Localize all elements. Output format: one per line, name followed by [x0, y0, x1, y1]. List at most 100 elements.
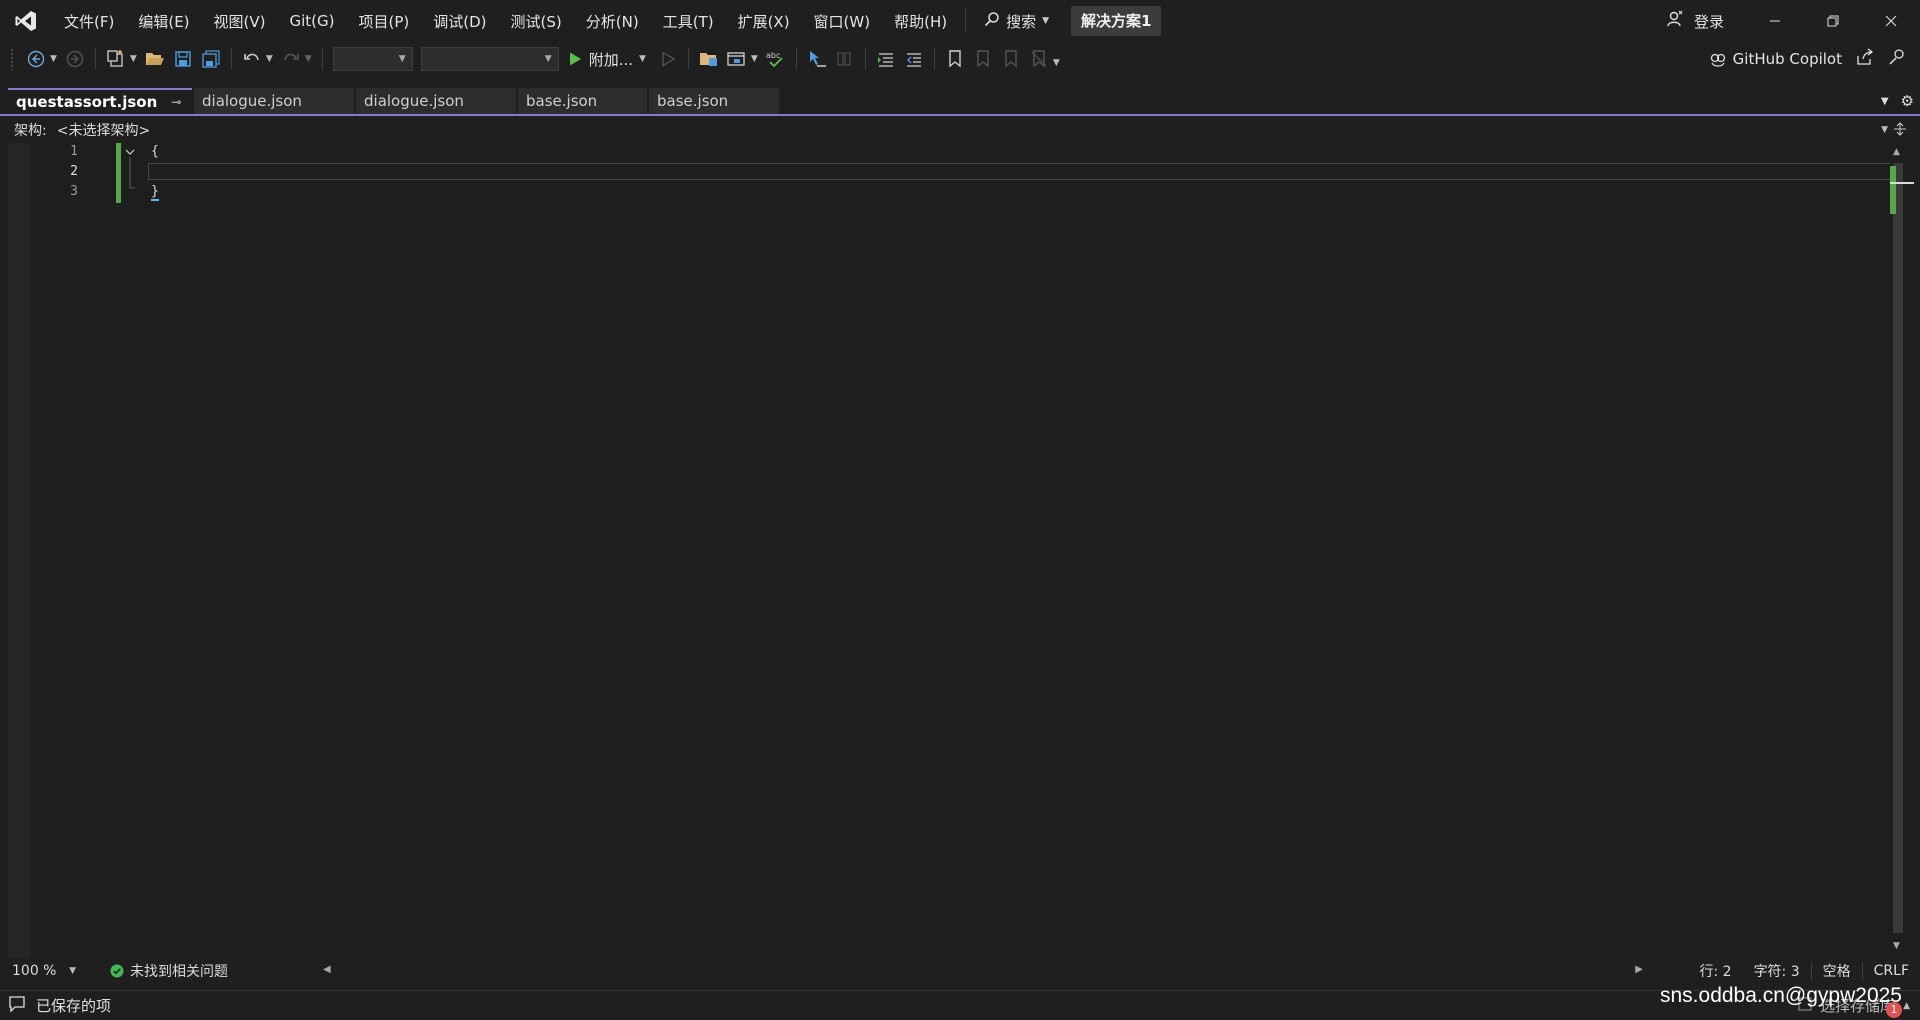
indent-button[interactable] [902, 46, 926, 72]
code-editor[interactable]: 1 2 3 { } [8, 143, 1893, 958]
vertical-scrollbar[interactable]: ▲ ▼ [1890, 143, 1914, 958]
tab-dialogue-json-2[interactable]: dialogue.json [356, 88, 516, 114]
chevron-down-icon[interactable]: ▼ [1881, 125, 1888, 135]
back-dropdown-icon[interactable]: ▼ [50, 54, 57, 64]
menu-help[interactable]: 帮助(H) [882, 0, 959, 42]
open-file-button[interactable] [143, 46, 167, 72]
menu-project[interactable]: 项目(P) [347, 0, 422, 42]
tab-questassort-json[interactable]: questassort.json ⊸ ✕ [8, 88, 206, 114]
scroll-down-icon[interactable]: ▼ [1893, 941, 1900, 951]
undo-dropdown-icon[interactable]: ▼ [266, 54, 273, 64]
editor-status-row: 100 % ▼ 未找到相关问题 ◀ ▶ 行: 2 字符: 3 空格 CRLF [0, 960, 1920, 982]
menu-window[interactable]: 窗口(W) [802, 0, 883, 42]
char-indicator[interactable]: 字符: 3 [1743, 961, 1811, 981]
solution-platform-combo[interactable]: ▼ [420, 47, 559, 71]
minimize-button[interactable] [1746, 0, 1804, 42]
format-button[interactable] [833, 46, 857, 72]
copilot-icon [1710, 53, 1725, 67]
scroll-left-icon[interactable]: ◀ [323, 964, 331, 975]
attach-dropdown-icon[interactable]: ▼ [639, 54, 646, 64]
previous-bookmark-button[interactable] [971, 46, 995, 72]
tab-base-json-2[interactable]: base.json [649, 88, 779, 114]
scrollbar-thumb[interactable] [1893, 163, 1903, 933]
visual-studio-logo-icon[interactable] [0, 0, 52, 42]
outdent-button[interactable] [874, 46, 898, 72]
tab-list-dropdown-icon[interactable]: ▼ [1881, 96, 1889, 107]
new-project-icon [107, 50, 123, 67]
menu-file[interactable]: 文件(F) [52, 0, 126, 42]
status-bar: 已保存的项 选择存储库 ▲ [0, 990, 1920, 1020]
solution-name[interactable]: 解决方案1 [1071, 6, 1162, 36]
line-ending-indicator[interactable]: CRLF [1863, 963, 1920, 979]
toolbar-overflow-icon[interactable]: ▼ [1053, 58, 1060, 68]
search-button[interactable]: 搜索 ▼ [976, 6, 1057, 36]
zoom-combo[interactable]: 100 % ▼ [8, 961, 80, 981]
solution-explorer-button[interactable] [697, 46, 721, 72]
start-without-debugging-button[interactable] [656, 46, 680, 72]
split-editor-icon[interactable] [1893, 122, 1907, 140]
new-dropdown-icon[interactable]: ▼ [130, 54, 137, 64]
redo-dropdown-icon[interactable]: ▼ [305, 54, 312, 64]
issues-indicator[interactable]: 未找到相关问题 [110, 961, 228, 981]
menu-git[interactable]: Git(G) [278, 0, 347, 42]
menu-test[interactable]: 测试(S) [499, 0, 574, 42]
undo-button[interactable] [240, 46, 264, 72]
menu-tools[interactable]: 工具(T) [651, 0, 726, 42]
gear-icon[interactable]: ⚙ [1901, 92, 1914, 110]
caret-position-marker [1890, 182, 1914, 184]
indentation-indicator[interactable]: 空格 [1812, 961, 1862, 981]
redo-button[interactable] [279, 46, 303, 72]
code-line[interactable]: } [151, 184, 159, 201]
menu-analyze[interactable]: 分析(N) [574, 0, 651, 42]
navigate-back-button[interactable] [24, 46, 48, 72]
clear-bookmarks-button[interactable] [1027, 46, 1051, 72]
scroll-right-icon[interactable]: ▶ [1635, 964, 1643, 975]
toolbar-right: GitHub Copilot [1709, 48, 1920, 70]
svg-text:abc: abc [766, 51, 780, 60]
live-share-button[interactable] [1856, 48, 1874, 70]
schema-dropdown[interactable]: <未选择架构> [57, 120, 150, 140]
pin-icon[interactable]: ⊸ [171, 95, 181, 109]
collapse-region-icon[interactable] [124, 147, 136, 197]
attach-button[interactable]: 附加... ▼ [563, 49, 654, 70]
copilot-button[interactable]: GitHub Copilot [1709, 50, 1842, 68]
menu-debug[interactable]: 调试(D) [421, 0, 498, 42]
chevron-down-icon: ▼ [1042, 16, 1050, 26]
spell-check-button[interactable]: abc [764, 46, 788, 72]
notification-badge[interactable]: 1 [1886, 1002, 1902, 1018]
sign-in-button[interactable]: 登录 [1666, 10, 1746, 32]
document-tab-strip: questassort.json ⊸ ✕ dialogue.json dialo… [0, 88, 1920, 116]
close-icon [1885, 15, 1897, 27]
next-bookmark-button[interactable] [999, 46, 1023, 72]
scroll-up-icon[interactable]: ▲ [1893, 147, 1900, 157]
select-element-button[interactable] [805, 46, 829, 72]
browser-dropdown-icon[interactable]: ▼ [751, 54, 758, 64]
horizontal-scrollbar[interactable]: ◀ ▶ [323, 963, 1643, 979]
navigate-forward-button[interactable] [63, 46, 87, 72]
tab-base-json[interactable]: base.json [518, 88, 647, 114]
glyph-margin[interactable] [8, 143, 30, 958]
save-button[interactable] [171, 46, 195, 72]
restore-button[interactable] [1804, 0, 1862, 42]
notification-message-icon[interactable] [8, 995, 26, 1017]
tab-label: base.json [526, 92, 598, 110]
tab-dialogue-json[interactable]: dialogue.json [194, 88, 354, 114]
chevron-up-icon[interactable]: ▲ [1903, 1001, 1910, 1011]
menu-view[interactable]: 视图(V) [202, 0, 278, 42]
new-project-button[interactable] [104, 46, 128, 72]
restore-icon [1827, 15, 1839, 27]
toolbar-grip[interactable] [10, 48, 14, 70]
tab-label: questassort.json [16, 93, 158, 111]
toggle-bookmark-button[interactable] [943, 46, 967, 72]
search-icon [984, 11, 1000, 31]
close-window-button[interactable] [1862, 0, 1920, 42]
save-all-button[interactable] [199, 46, 223, 72]
solution-configuration-combo[interactable]: ▼ [332, 47, 413, 71]
line-number: 1 [70, 144, 78, 159]
line-indicator[interactable]: 行: 2 [1688, 961, 1742, 981]
feedback-button[interactable] [1888, 48, 1906, 70]
browser-link-button[interactable] [725, 46, 749, 72]
menu-edit[interactable]: 编辑(E) [126, 0, 201, 42]
menu-extensions[interactable]: 扩展(X) [726, 0, 802, 42]
code-line[interactable]: { [151, 144, 159, 159]
